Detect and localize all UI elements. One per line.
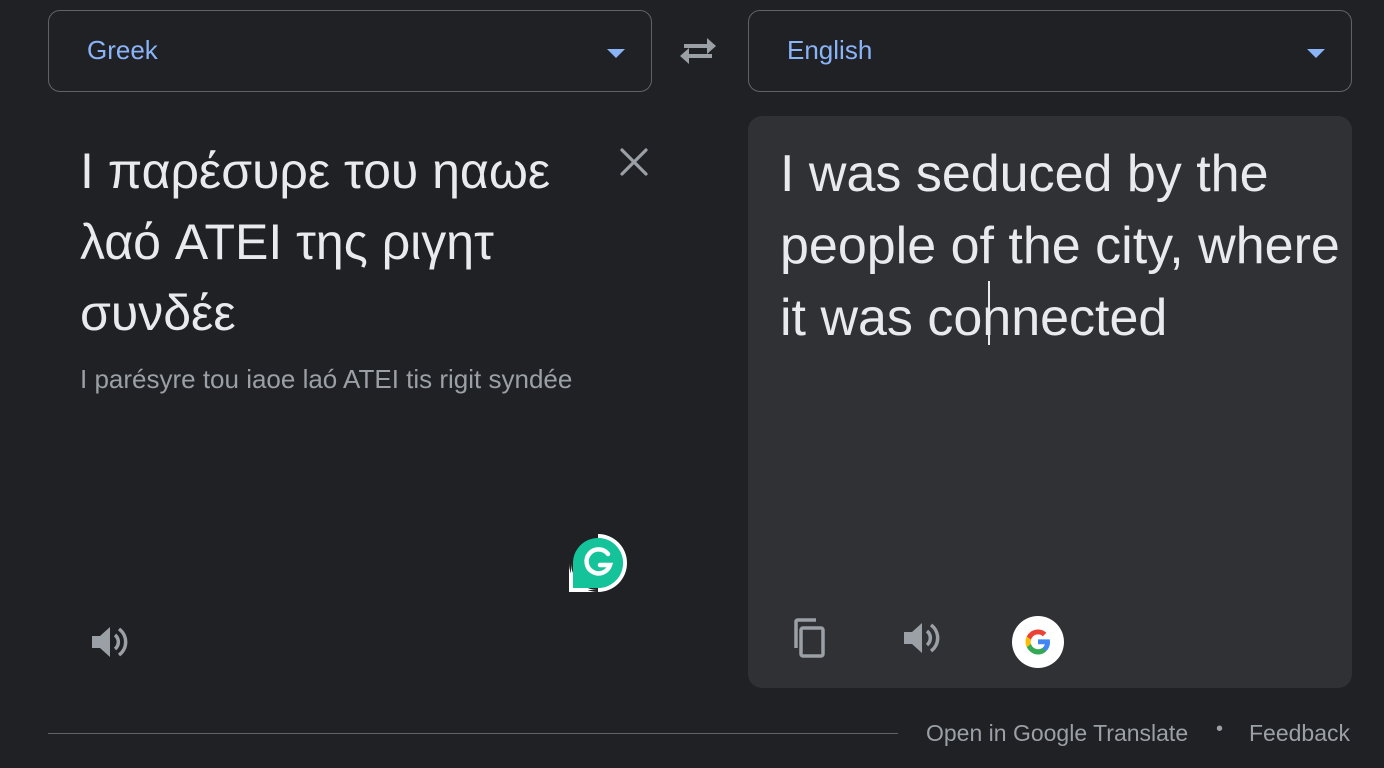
swap-icon: [680, 38, 716, 64]
source-language-label: Greek: [87, 35, 158, 65]
translated-text[interactable]: I was seduced by the people of the city,…: [780, 138, 1340, 354]
grammarly-button[interactable]: [567, 532, 629, 594]
source-language-select[interactable]: Greek: [48, 10, 652, 92]
copy-translation-button[interactable]: [788, 616, 832, 660]
chevron-down-icon: [1307, 49, 1325, 58]
translation-panel: I was seduced by the people of the city,…: [748, 116, 1352, 688]
grammarly-icon: [569, 534, 627, 592]
listen-source-button[interactable]: [88, 620, 132, 664]
translate-widget: Greek English Ι παρέσυρε του ηαωε λαό AT…: [0, 0, 1384, 768]
speaker-icon: [92, 627, 128, 657]
source-transliteration: I parésyre tou iaoe laó ATEI tis rigit s…: [80, 364, 573, 394]
clear-source-button[interactable]: [614, 142, 654, 182]
google-search-button[interactable]: [1012, 616, 1064, 668]
footer-divider: [48, 733, 898, 734]
chevron-down-icon: [607, 49, 625, 58]
feedback-link[interactable]: Feedback: [1249, 720, 1350, 747]
copy-icon: [794, 618, 825, 658]
open-in-google-translate-link[interactable]: Open in Google Translate: [926, 720, 1188, 747]
target-language-label: English: [787, 35, 873, 65]
swap-languages-button[interactable]: [676, 34, 720, 68]
speaker-icon: [904, 623, 940, 653]
source-text[interactable]: Ι παρέσυρε του ηαωε λαό ATEI της ριγητ σ…: [80, 136, 600, 349]
listen-translation-button[interactable]: [900, 616, 944, 660]
close-icon: [620, 148, 648, 176]
text-cursor: [988, 281, 990, 345]
google-logo-icon: [1025, 629, 1050, 655]
footer-separator: •: [1216, 718, 1224, 740]
target-language-select[interactable]: English: [748, 10, 1352, 92]
